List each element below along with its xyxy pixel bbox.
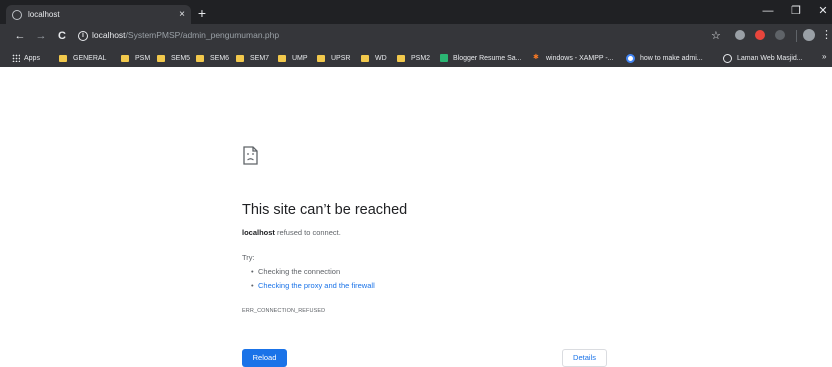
error-title: This site can’t be reached xyxy=(242,202,408,218)
blogger-icon xyxy=(440,54,448,62)
bookmark-general[interactable]: GENERAL xyxy=(59,52,106,64)
try-label: Try: xyxy=(242,253,255,262)
minimize-button[interactable]: — xyxy=(759,4,777,18)
bookmark-label: SEM5 xyxy=(171,54,191,62)
new-tab-button[interactable]: + xyxy=(195,5,209,21)
bookmark-star-icon[interactable]: ☆ xyxy=(711,29,721,42)
bookmarks-bar: Apps GENERAL PSM SEM5 SEM6 SEM7 UMP UPSR… xyxy=(0,48,832,67)
bookmark-sem6[interactable]: SEM6 xyxy=(196,52,229,64)
error-host: localhost xyxy=(242,228,275,237)
folder-icon xyxy=(196,54,204,62)
bookmark-label: UPSR xyxy=(331,54,351,62)
folder-icon xyxy=(397,54,405,62)
suggestion-check-proxy-link[interactable]: Checking the proxy and the firewall xyxy=(251,281,375,290)
bookmark-label: how to make admi... xyxy=(640,54,703,62)
bookmark-label: PSM xyxy=(135,54,151,62)
browser-toolbar: ← → C i localhost/SystemPMSP/admin_pengu… xyxy=(0,24,832,48)
bookmark-apps[interactable]: Apps xyxy=(12,52,40,64)
error-message: refused to connect. xyxy=(274,228,341,237)
extension-icon[interactable] xyxy=(735,30,745,40)
folder-icon xyxy=(317,54,325,62)
bookmark-google-search[interactable]: how to make admi... xyxy=(626,52,703,64)
error-description: localhost refused to connect. xyxy=(242,228,341,237)
folder-icon xyxy=(157,54,165,62)
bookmark-ump[interactable]: UMP xyxy=(278,52,308,64)
bookmark-psm[interactable]: PSM xyxy=(121,52,150,64)
folder-icon xyxy=(59,54,67,62)
tab-strip: localhost × + — ❐ ✕ xyxy=(0,0,832,24)
suggestion-check-connection: Checking the connection xyxy=(251,267,340,276)
maximize-button[interactable]: ❐ xyxy=(787,4,805,18)
bookmark-label: Blogger Resume Sa... xyxy=(453,54,522,62)
folder-icon xyxy=(361,54,369,62)
extension-menu-icon[interactable] xyxy=(775,30,785,40)
folder-icon xyxy=(121,54,129,62)
info-icon[interactable]: i xyxy=(78,31,88,41)
menu-kebab-icon[interactable]: ⋮ xyxy=(821,28,832,42)
bookmark-blogger[interactable]: Blogger Resume Sa... xyxy=(440,52,521,64)
url-text: localhost/SystemPMSP/admin_pengumuman.ph… xyxy=(92,30,279,40)
url-host: localhost xyxy=(92,30,126,40)
xampp-icon: ✱ xyxy=(533,54,539,61)
bookmark-psm2[interactable]: PSM2 xyxy=(397,52,430,64)
url-path: /SystemPMSP/admin_pengumuman.php xyxy=(125,30,280,40)
folder-icon xyxy=(236,54,244,62)
error-code: ERR_CONNECTION_REFUSED xyxy=(242,308,326,314)
toolbar-divider xyxy=(796,30,797,42)
bookmark-label: SEM7 xyxy=(250,54,270,62)
bookmark-label: SEM6 xyxy=(210,54,230,62)
google-icon xyxy=(626,53,635,63)
close-window-button[interactable]: ✕ xyxy=(814,4,832,18)
forward-button[interactable]: → xyxy=(33,28,49,44)
folder-icon xyxy=(278,54,286,62)
bookmark-label: WD xyxy=(375,54,387,62)
adblock-extension-icon[interactable] xyxy=(755,30,765,40)
globe-icon xyxy=(723,53,732,63)
browser-tab[interactable]: localhost × xyxy=(6,5,191,24)
bookmark-label: Apps xyxy=(24,54,40,62)
bookmark-label: windows - XAMPP -... xyxy=(546,54,614,62)
details-button[interactable]: Details xyxy=(562,349,607,367)
bookmark-label: UMP xyxy=(292,54,308,62)
address-bar[interactable]: i localhost/SystemPMSP/admin_pengumuman.… xyxy=(78,27,783,45)
sad-document-icon xyxy=(243,146,258,165)
globe-icon xyxy=(12,9,22,20)
bookmark-sem5[interactable]: SEM5 xyxy=(157,52,190,64)
bookmark-upsr[interactable]: UPSR xyxy=(317,52,350,64)
tab-close-icon[interactable]: × xyxy=(179,9,185,20)
back-button[interactable]: ← xyxy=(12,28,28,44)
bookmarks-overflow-icon[interactable]: » xyxy=(822,52,826,61)
bookmark-label: PSM2 xyxy=(411,54,431,62)
reload-button[interactable]: Reload xyxy=(242,349,287,367)
profile-avatar[interactable] xyxy=(803,29,815,41)
bookmark-wd[interactable]: WD xyxy=(361,52,387,64)
reload-page-button[interactable]: C xyxy=(54,28,70,44)
error-page: This site can’t be reached localhost ref… xyxy=(0,67,832,367)
tab-title: localhost xyxy=(28,10,60,19)
bookmark-xampp[interactable]: ✱ windows - XAMPP -... xyxy=(533,52,614,64)
bookmark-sem7[interactable]: SEM7 xyxy=(236,52,269,64)
apps-icon xyxy=(12,54,20,62)
bookmark-label: Laman Web Masjid... xyxy=(737,54,803,62)
bookmark-laman-web[interactable]: Laman Web Masjid... xyxy=(723,52,803,64)
bookmark-label: GENERAL xyxy=(73,54,107,62)
